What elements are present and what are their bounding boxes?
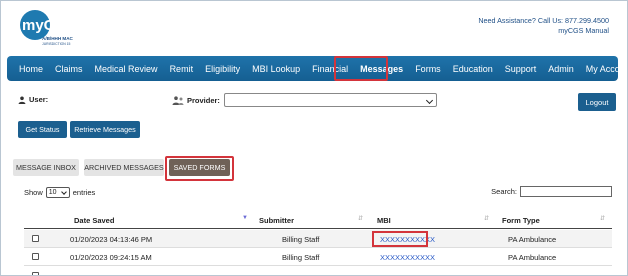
table-header: Date Saved ▼ Submitter ⇵ MBI ⇵ Form Type… [24,211,612,229]
nav-item-forms[interactable]: Forms [409,56,447,81]
provider-icon [172,95,184,105]
cell-mbi-link[interactable]: XXXXXXXXXXX [380,253,435,262]
cell-submitter: Billing Staff [282,235,320,244]
get-status-button[interactable]: Get Status [18,121,67,138]
cell-date: 01/20/2023 09:24:15 AM [70,253,152,262]
nav-item-medical-review[interactable]: Medical Review [89,56,164,81]
retrieve-messages-button[interactable]: Retrieve Messages [70,121,140,138]
user-row: User: [18,95,48,104]
nav-item-admin[interactable]: Admin [542,56,580,81]
nav-item-my-account[interactable]: My Account [580,56,627,81]
mycgs-logo[interactable]: myCGS A/B/HHH MAC JURISDICTION 15 [15,8,95,48]
table-row [24,266,612,275]
app-window: myCGS A/B/HHH MAC JURISDICTION 15 Need A… [0,0,628,276]
nav-item-home[interactable]: Home [13,56,49,81]
nav-item-claims[interactable]: Claims [49,56,89,81]
help-phone: Need Assistance? Call Us: 877.299.4500 [478,16,609,25]
provider-row: Provider: [172,93,437,107]
logo-text: myCGS [22,17,76,34]
cell-submitter: Billing Staff [282,253,320,262]
nav-item-eligibility[interactable]: Eligibility [199,56,246,81]
sort-both-icon[interactable]: ⇵ [358,215,363,222]
sort-down-icon[interactable]: ▼ [242,215,248,221]
nav-item-education[interactable]: Education [447,56,499,81]
row-checkbox[interactable] [32,253,39,260]
user-label: User: [29,95,49,104]
nav-item-remit[interactable]: Remit [164,56,200,81]
show-label: Show [24,188,43,197]
nav-item-mbi-lookup[interactable]: MBI Lookup [246,56,306,81]
logout-button[interactable]: Logout [578,93,616,111]
table-row: 01/20/2023 09:24:15 AM Billing Staff XXX… [24,248,612,266]
logo-sub2: JURISDICTION 15 [42,42,71,46]
search-label: Search: [491,187,517,196]
sort-both-icon[interactable]: ⇵ [600,215,605,222]
tab-message-inbox[interactable]: MESSAGE INBOX [13,159,79,176]
saved-forms-highlight [165,156,234,181]
col-mbi[interactable]: MBI [377,216,391,225]
provider-label: Provider: [187,95,220,105]
col-date-saved[interactable]: Date Saved [74,216,114,225]
tab-archived-messages[interactable]: ARCHIVED MESSAGES [84,159,164,176]
search-control: Search: [491,186,612,197]
logo-sub1: A/B/HHH MAC [42,36,74,41]
sort-both-icon[interactable]: ⇵ [484,215,489,222]
col-submitter[interactable]: Submitter [259,216,294,225]
provider-select[interactable] [223,93,437,107]
mbi-highlight [372,231,428,247]
entries-control: Show 10 entries [24,187,95,198]
search-input[interactable] [520,186,612,197]
manual-link[interactable]: myCGS Manual [478,26,609,36]
nav-item-support[interactable]: Support [499,56,543,81]
cell-form-type: PA Ambulance [508,253,557,262]
entries-select[interactable]: 10 [45,187,70,198]
cell-date: 01/20/2023 04:13:46 PM [70,235,153,244]
messages-highlight [334,56,388,81]
row-checkbox[interactable] [32,272,39,275]
help-info: Need Assistance? Call Us: 877.299.4500 m… [478,16,609,35]
entries-label: entries [72,188,96,197]
row-checkbox[interactable] [32,235,39,242]
user-icon [18,96,26,104]
col-form-type[interactable]: Form Type [502,216,540,225]
table-row: 01/20/2023 04:13:46 PM Billing Staff XXX… [24,230,612,248]
main-nav: Home Claims Medical Review Remit Eligibility… [7,56,627,81]
cell-form-type: PA Ambulance [508,235,557,244]
